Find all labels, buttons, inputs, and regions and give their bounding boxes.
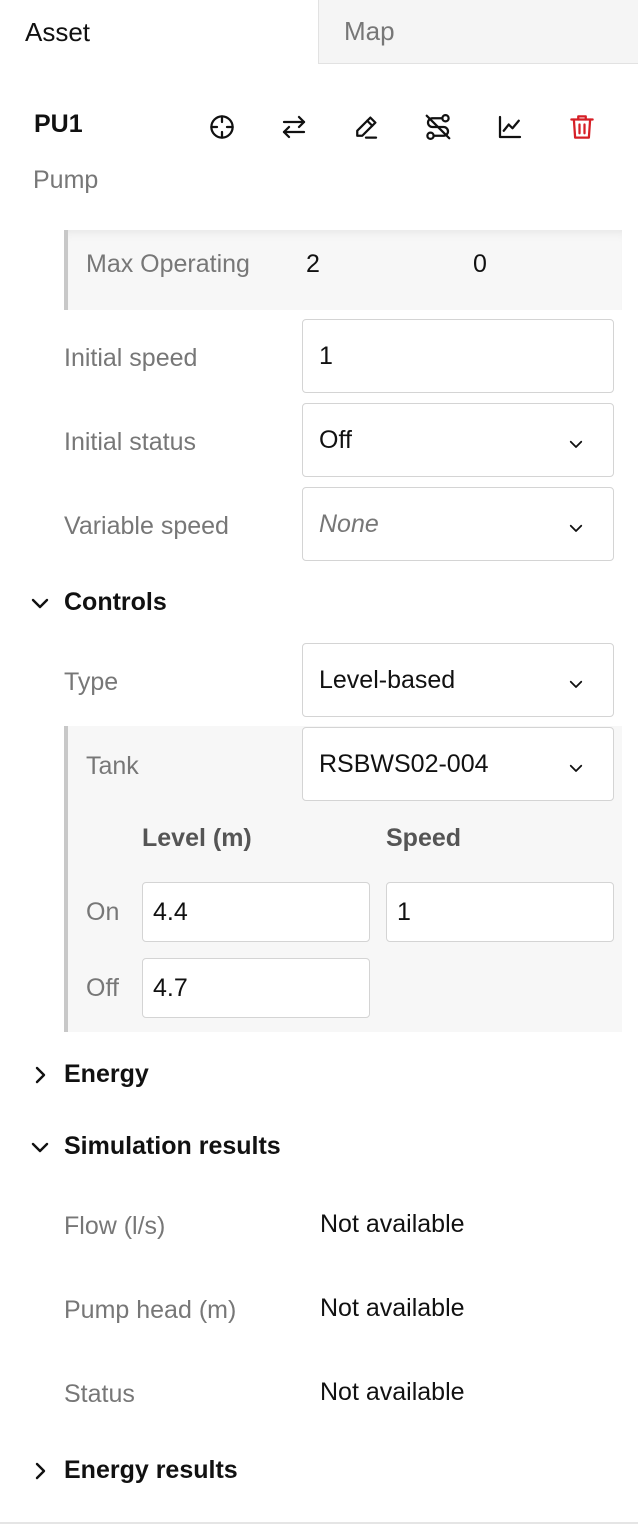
energy-title: Energy — [64, 1060, 149, 1088]
controls-title: Controls — [64, 588, 167, 616]
chevron-down-icon — [567, 671, 585, 689]
level-column-header: Level (m) — [142, 824, 252, 852]
tank-select[interactable]: RSBWS02-004 — [302, 727, 614, 801]
chevron-down-icon — [31, 1142, 49, 1152]
off-row-label: Off — [86, 974, 119, 1002]
status-value: Not available — [320, 1378, 465, 1406]
simulation-title: Simulation results — [64, 1132, 281, 1160]
route-icon[interactable] — [420, 109, 456, 145]
variable-speed-label: Variable speed — [64, 512, 229, 540]
trash-icon[interactable] — [564, 109, 600, 145]
speed-column-header: Speed — [386, 824, 462, 852]
control-type-select[interactable]: Level-based — [302, 643, 614, 717]
pump-head-label: Pump head (m) — [64, 1296, 237, 1324]
asset-type: Pump — [33, 166, 99, 194]
tab-asset[interactable]: Asset — [0, 0, 318, 64]
max-operating-label: Max Operating — [86, 250, 250, 278]
on-level-value: 4.4 — [153, 897, 188, 926]
energy-results-section-toggle[interactable]: Energy results — [28, 1456, 238, 1485]
chevron-down-icon — [31, 598, 49, 608]
initial-speed-label: Initial speed — [64, 344, 198, 372]
variable-speed-placeholder: None — [319, 509, 379, 538]
energy-section-toggle[interactable]: Energy — [28, 1060, 149, 1089]
on-level-input[interactable]: 4.4 — [142, 882, 370, 942]
on-speed-value: 1 — [397, 897, 411, 926]
chevron-right-icon — [35, 1066, 46, 1083]
controls-section-toggle[interactable]: Controls — [28, 588, 167, 617]
status-label: Status — [64, 1380, 135, 1408]
pump-head-value: Not available — [320, 1294, 465, 1322]
asset-id: PU1 — [34, 110, 83, 138]
max-operating-value-a: 2 — [306, 250, 320, 278]
chevron-down-icon — [567, 431, 585, 449]
flow-value: Not available — [320, 1210, 465, 1238]
asset-toolbar — [200, 109, 610, 145]
pencil-icon[interactable] — [348, 109, 384, 145]
off-level-value: 4.7 — [153, 973, 188, 1002]
variable-speed-select[interactable]: None — [302, 487, 614, 561]
max-operating-value-b: 0 — [473, 250, 487, 278]
off-level-input[interactable]: 4.7 — [142, 958, 370, 1018]
swap-icon[interactable] — [276, 109, 312, 145]
initial-speed-value: 1 — [319, 341, 333, 370]
initial-status-label: Initial status — [64, 428, 197, 456]
energy-results-title: Energy results — [64, 1456, 238, 1484]
initial-status-select[interactable]: Off — [302, 403, 614, 477]
on-row-label: On — [86, 898, 120, 926]
simulation-section-toggle[interactable]: Simulation results — [28, 1132, 281, 1161]
initial-speed-input[interactable]: 1 — [302, 319, 614, 393]
on-speed-input[interactable]: 1 — [386, 882, 614, 942]
chevron-right-icon — [35, 1462, 46, 1479]
chevron-down-icon — [567, 755, 585, 773]
control-type-value: Level-based — [319, 665, 456, 694]
flow-label: Flow (l/s) — [64, 1212, 166, 1240]
panel-bottom-divider — [0, 1522, 638, 1524]
chart-icon[interactable] — [492, 109, 528, 145]
tank-value: RSBWS02-004 — [319, 749, 489, 778]
initial-status-value: Off — [319, 425, 352, 454]
crosshair-icon[interactable] — [204, 109, 240, 145]
tab-map[interactable]: Map — [318, 0, 638, 64]
tab-bar: Asset Map — [0, 0, 638, 64]
tank-label: Tank — [86, 752, 139, 780]
control-type-label: Type — [64, 668, 119, 696]
chevron-down-icon — [567, 515, 585, 533]
